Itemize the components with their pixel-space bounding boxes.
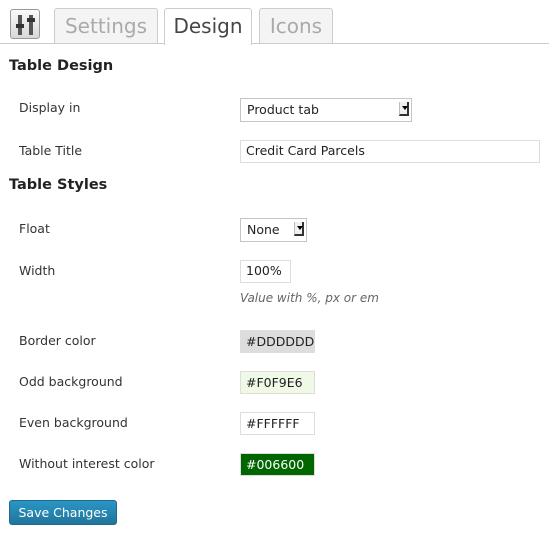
- without-interest-color-input[interactable]: #006600: [240, 453, 315, 476]
- display-in-value: Product tab: [247, 102, 319, 117]
- odd-background-label: Odd background: [19, 374, 123, 389]
- table-styles-heading: Table Styles: [9, 177, 108, 193]
- chevron-down-icon: [294, 222, 304, 236]
- width-hint: Value with %, px or em: [240, 291, 379, 305]
- table-title-label: Table Title: [19, 143, 83, 158]
- without-interest-color-label: Without interest color: [19, 456, 155, 471]
- save-changes-button[interactable]: Save Changes: [9, 500, 117, 525]
- table-title-input[interactable]: Credit Card Parcels: [240, 140, 540, 163]
- table-design-heading: Table Design: [9, 58, 114, 74]
- tab-settings[interactable]: Settings: [54, 8, 158, 44]
- even-background-input[interactable]: #FFFFFF: [240, 412, 315, 435]
- tab-icons[interactable]: Icons: [259, 8, 333, 44]
- width-input[interactable]: 100%: [240, 260, 291, 283]
- display-in-label: Display in: [19, 100, 81, 115]
- chevron-down-icon: [399, 102, 409, 116]
- tab-design[interactable]: Design: [164, 8, 252, 45]
- float-label: Float: [19, 221, 50, 236]
- float-value: None: [247, 222, 280, 237]
- tabs-divider: [0, 43, 549, 44]
- border-color-label: Border color: [19, 333, 96, 348]
- float-select[interactable]: None: [240, 218, 307, 242]
- border-color-input[interactable]: #DDDDDD: [240, 330, 315, 353]
- width-label: Width: [19, 263, 56, 278]
- display-in-select[interactable]: Product tab: [240, 98, 412, 122]
- even-background-label: Even background: [19, 415, 128, 430]
- odd-background-input[interactable]: #F0F9E6: [240, 371, 315, 394]
- sliders-icon: [10, 9, 40, 39]
